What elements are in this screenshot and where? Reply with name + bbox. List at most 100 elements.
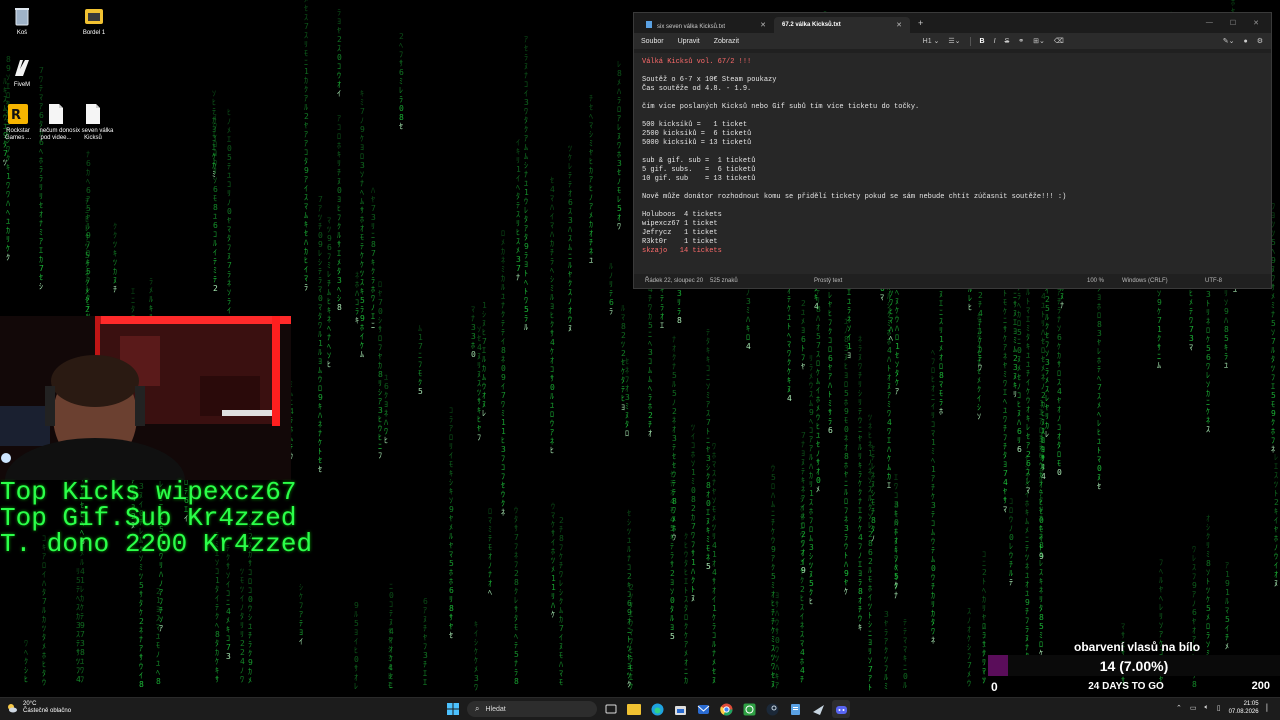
chrome-icon[interactable]: [717, 700, 735, 718]
steam-icon-2[interactable]: [809, 700, 827, 718]
steam-icon[interactable]: [763, 700, 781, 718]
svg-text:ﾙ: ﾙ: [354, 610, 358, 619]
svg-text:ﾅ: ﾅ: [1060, 301, 1064, 310]
svg-text:ｸ: ｸ: [85, 278, 89, 287]
tray-chevron-icon[interactable]: ⌃: [1176, 704, 1182, 712]
clear-format-icon[interactable]: ⌫: [1054, 37, 1064, 45]
notepad-window[interactable]: six seven válka Kicksů.txt ✕ 67.2 válka …: [633, 12, 1272, 289]
svg-text:ﾙ: ﾙ: [978, 327, 982, 336]
heading-dropdown[interactable]: H1 ⌄: [923, 37, 940, 45]
svg-text:ﾏ: ﾏ: [449, 550, 453, 559]
svg-text:ﾇ: ﾇ: [1017, 409, 1021, 418]
svg-text:ﾎ: ﾎ: [648, 402, 652, 411]
task-view-icon[interactable]: [602, 700, 620, 718]
desktop-icon-fivem[interactable]: FiveM: [0, 57, 44, 89]
maximize-icon[interactable]: ☐: [1230, 19, 1236, 27]
svg-text:ｸ: ｸ: [524, 125, 528, 134]
svg-text:ｺ: ｺ: [1057, 423, 1061, 432]
notifications-icon[interactable]: ▏: [1267, 704, 1272, 712]
matrix-rain-column: ﾖｻﾊｳｻ0ｳﾂﾊｷｱ: [775, 591, 780, 690]
svg-text:ﾛ: ﾛ: [844, 497, 848, 506]
svg-text:ﾆ: ﾆ: [648, 330, 652, 339]
menu-zobrazit[interactable]: Zobrazit: [714, 38, 739, 45]
menu-soubor[interactable]: Soubor: [641, 38, 664, 45]
svg-text:ｲ: ｲ: [449, 451, 453, 460]
edge-icon[interactable]: [648, 700, 666, 718]
svg-text:ﾍ: ﾍ: [327, 324, 331, 333]
svg-text:ﾐ: ﾐ: [1271, 301, 1275, 310]
svg-text:ﾋ: ﾋ: [482, 328, 486, 337]
close-icon[interactable]: ✕: [1253, 19, 1259, 27]
menu-upravit[interactable]: Upravit: [678, 38, 700, 45]
svg-text:ｱ: ｱ: [1192, 590, 1196, 599]
svg-text:7: 7: [967, 661, 972, 670]
link-icon[interactable]: ⚭: [1018, 37, 1024, 45]
bold-button[interactable]: B: [980, 38, 985, 45]
discord-icon[interactable]: [832, 700, 850, 718]
svg-text:ﾒ: ﾒ: [501, 238, 505, 247]
taskbar-search-box[interactable]: ⌕ Hledat: [467, 701, 597, 717]
notepad-text-area[interactable]: Válká Kicksů vol. 67/2 !!! Soutěž o 6-7 x…: [634, 53, 1271, 275]
svg-text:ｷ: ｷ: [327, 306, 331, 315]
status-zoom[interactable]: 100 %: [1087, 278, 1104, 284]
weather-widget[interactable]: 20°C Částečně oblačno: [6, 701, 71, 715]
notepad-titlebar[interactable]: six seven válka Kicksů.txt ✕ 67.2 válka …: [634, 13, 1271, 33]
svg-text:ﾆ: ﾆ: [418, 351, 422, 360]
svg-text:ﾃ: ﾃ: [213, 257, 217, 266]
new-tab-icon[interactable]: +: [918, 18, 923, 28]
italic-button[interactable]: I: [994, 38, 996, 45]
taskbar-clock[interactable]: 21:05 07.08.2026: [1229, 700, 1259, 716]
mail-icon[interactable]: [694, 700, 712, 718]
svg-text:ｴ: ｴ: [1039, 408, 1043, 417]
svg-text:ｱ: ｱ: [524, 224, 528, 233]
svg-text:ﾇ: ﾇ: [423, 615, 427, 624]
account-icon[interactable]: ●: [1243, 38, 1247, 45]
svg-text:ｳ: ｳ: [858, 614, 862, 623]
desktop-icon-recycle-bin[interactable]: Koš: [0, 5, 44, 37]
desktop-icon-bordel-1[interactable]: Bordel 1: [72, 5, 116, 37]
file-explorer-icon[interactable]: [625, 700, 643, 718]
svg-text:ﾈ: ﾈ: [384, 409, 388, 418]
tab-67-2[interactable]: 67.2 válka Kicksů.txt ✕: [774, 17, 910, 33]
matrix-rain-column: 2ﾍﾌｻ6ﾐﾚﾗ08ｾ: [399, 32, 404, 131]
svg-text:ﾑ: ﾑ: [482, 373, 486, 382]
xbox-icon[interactable]: [740, 700, 758, 718]
store-icon[interactable]: [671, 700, 689, 718]
svg-text:ﾐ: ﾐ: [894, 545, 898, 554]
svg-text:ｳ: ｳ: [931, 537, 935, 546]
windows-start-icon[interactable]: [444, 700, 462, 718]
tab-six-seven[interactable]: six seven válka Kicksů.txt ✕: [638, 17, 774, 33]
volume-icon[interactable]: 🔈︎: [1205, 704, 1209, 712]
svg-text:ﾐ: ﾐ: [1026, 324, 1030, 333]
minimize-icon[interactable]: —: [1206, 19, 1213, 27]
battery-icon[interactable]: ▯: [1217, 704, 1221, 712]
table-icon[interactable]: ⊞⌄: [1033, 37, 1045, 45]
svg-text:ﾃ: ﾃ: [801, 467, 805, 476]
desktop: ｾﾈﾌｵ3ﾐﾇﾀﾛｽﾕｹﾏﾋｺｳ68ｷﾈ7ｻﾇﾎﾕﾀｺ9ﾂｹﾚﾃﾃｵ6ｽ3ﾊｽﾑ…: [0, 0, 1280, 697]
svg-text:6: 6: [868, 548, 873, 557]
svg-text:ｺ: ｺ: [828, 336, 832, 345]
svg-text:ｼ: ｼ: [318, 258, 322, 267]
svg-text:ﾗ: ﾗ: [660, 303, 664, 312]
strikethrough-icon[interactable]: S: [1005, 38, 1010, 45]
svg-text:ｺ: ｺ: [248, 586, 252, 595]
list-icon[interactable]: ☰⌄: [948, 37, 960, 45]
svg-text:2: 2: [85, 305, 90, 314]
copilot-icon[interactable]: ✎⌄: [1223, 37, 1235, 45]
svg-text:ﾘ: ﾘ: [982, 604, 986, 613]
settings-gear-icon[interactable]: ⚙: [1257, 37, 1263, 45]
svg-text:ﾌ: ﾌ: [625, 375, 629, 384]
svg-text:2: 2: [240, 648, 245, 657]
svg-text:ﾜ: ﾜ: [1206, 362, 1210, 371]
network-icon[interactable]: ▭: [1190, 704, 1197, 712]
close-tab-icon[interactable]: ✕: [760, 21, 766, 29]
notepad-icon[interactable]: [786, 700, 804, 718]
close-tab-icon[interactable]: ✕: [896, 21, 902, 29]
text-line: Válká Kicksů vol. 67/2 !!!: [642, 58, 752, 66]
matrix-rain-column: ﾊﾔ73ﾘﾆ87ｷｸﾗﾎﾜﾉｴﾆ: [371, 186, 376, 330]
svg-text:9: 9: [1225, 579, 1230, 588]
svg-text:ｵ: ｵ: [648, 429, 652, 438]
svg-text:ﾇ: ﾇ: [477, 370, 481, 379]
svg-text:ﾗ: ﾗ: [39, 174, 43, 183]
desktop-icon-six-seven[interactable]: six seven válka Kicksů: [71, 103, 115, 142]
